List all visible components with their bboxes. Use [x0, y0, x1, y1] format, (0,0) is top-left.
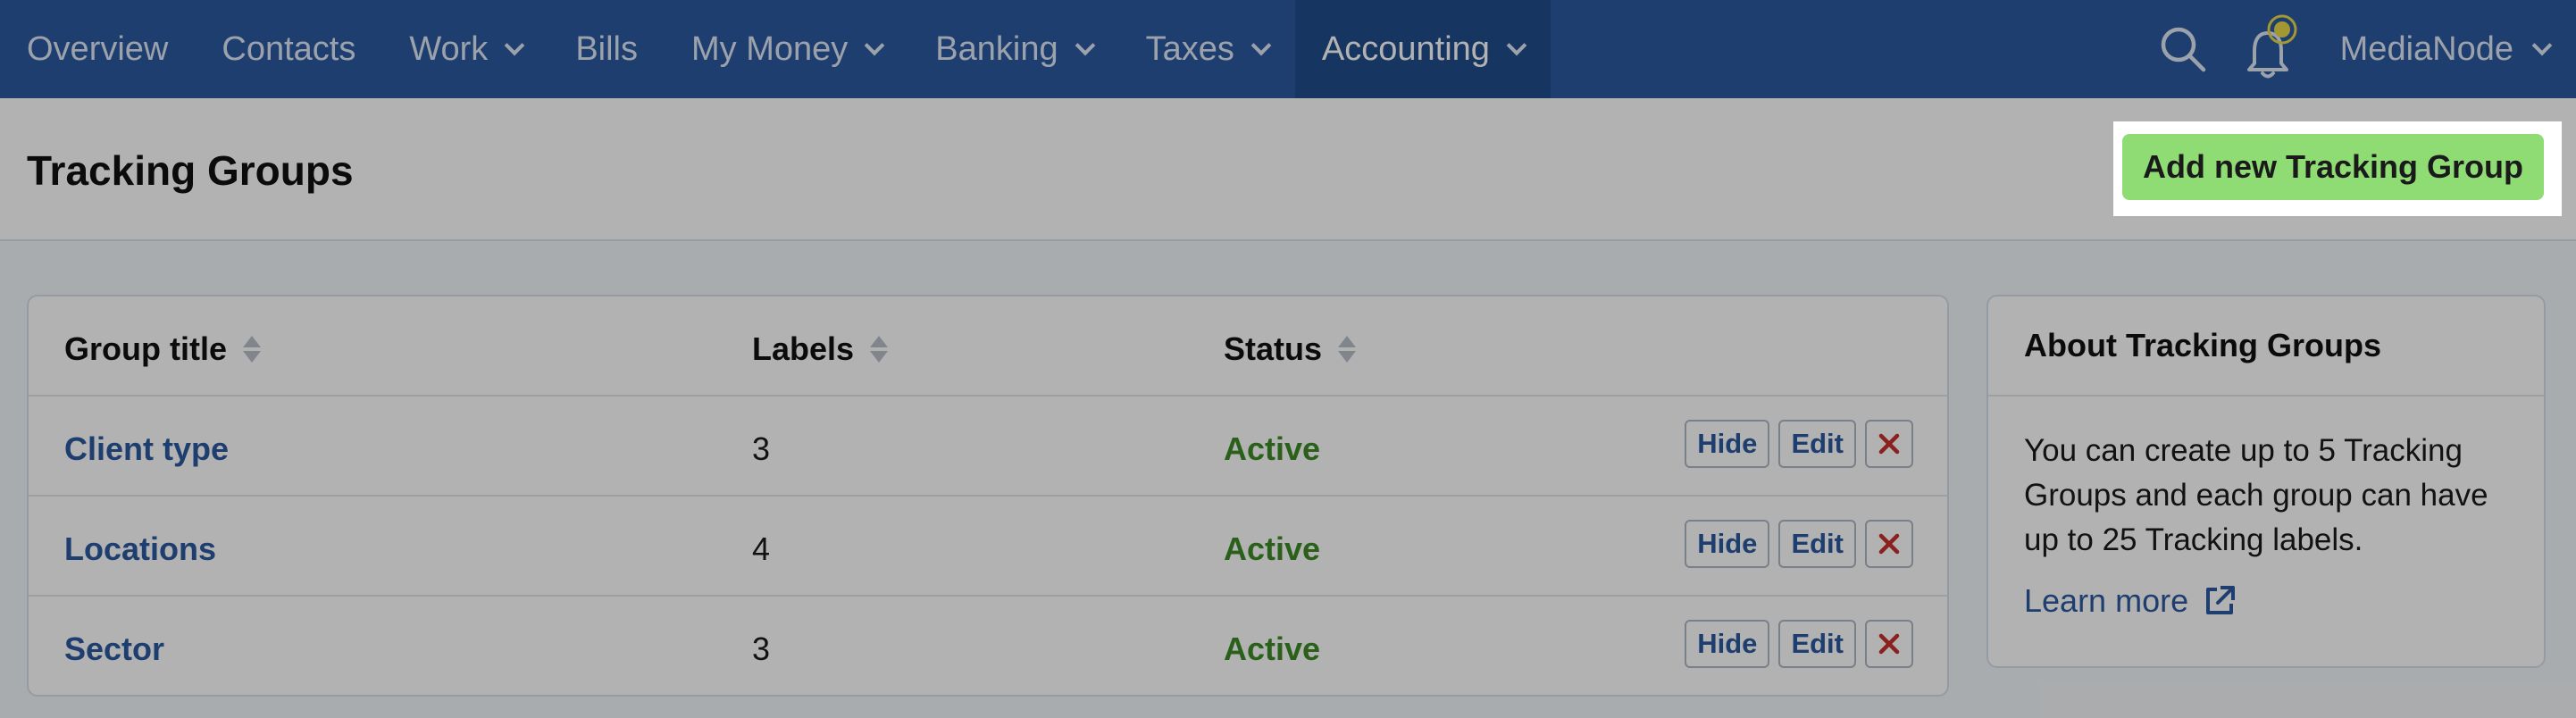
nav-item-label: Overview — [27, 29, 169, 68]
edit-button[interactable]: Edit — [1778, 520, 1856, 568]
nav-item-label: Accounting — [1321, 29, 1490, 68]
row-actions: Hide Edit — [1685, 420, 1913, 468]
nav-item-my-money[interactable]: My Money — [665, 0, 908, 98]
learn-more-label: Learn more — [2024, 582, 2189, 619]
close-icon — [1878, 533, 1900, 555]
nav-item-label: Bills — [575, 29, 638, 68]
tracking-groups-table: Group title Labels Status Client type 3 … — [27, 295, 1949, 697]
column-header-label: Status — [1224, 330, 1323, 367]
status-text: Active — [1224, 530, 1321, 567]
column-header-labels[interactable]: Labels — [752, 330, 889, 368]
chevron-down-icon — [1250, 35, 1272, 56]
sort-icon — [243, 334, 261, 364]
nav-item-label: Taxes — [1145, 29, 1234, 68]
nav-item-label: Work — [409, 29, 489, 68]
labels-count: 3 — [752, 630, 771, 667]
status-text: Active — [1224, 630, 1321, 667]
close-icon — [1878, 633, 1900, 655]
group-title-link[interactable]: Sector — [64, 630, 164, 668]
labels-count: 4 — [752, 530, 771, 567]
edit-button[interactable]: Edit — [1778, 420, 1856, 468]
close-icon — [1878, 433, 1900, 455]
delete-button[interactable] — [1865, 620, 1913, 668]
page-title: Tracking Groups — [27, 147, 354, 194]
external-link-icon — [2206, 586, 2236, 614]
column-header-label: Group title — [64, 330, 227, 367]
chevron-down-icon — [864, 35, 885, 56]
top-navigation: Overview Contacts Work Bills My Money Ba… — [0, 0, 2576, 98]
about-tracking-groups-panel: About Tracking Groups You can create up … — [1986, 295, 2546, 668]
chevron-down-icon — [1506, 35, 1527, 56]
delete-button[interactable] — [1865, 520, 1913, 568]
column-header-group-title[interactable]: Group title — [64, 330, 261, 368]
user-menu[interactable]: MediaNode — [2317, 0, 2576, 98]
about-panel-header: About Tracking Groups — [1988, 296, 2544, 397]
group-title-link[interactable]: Locations — [64, 530, 216, 568]
table-row: Locations 4 Active Hide Edit — [29, 497, 1947, 597]
group-title-link[interactable]: Client type — [64, 430, 229, 468]
hide-button[interactable]: Hide — [1685, 420, 1770, 468]
chevron-down-icon — [504, 35, 525, 56]
add-tracking-group-button[interactable]: Add new Tracking Group — [2122, 134, 2544, 200]
search-icon — [2161, 27, 2205, 72]
user-name: MediaNode — [2339, 29, 2513, 68]
row-actions: Hide Edit — [1685, 620, 1913, 668]
nav-item-label: Banking — [935, 29, 1058, 68]
notifications-button[interactable] — [2228, 0, 2317, 98]
row-actions: Hide Edit — [1685, 520, 1913, 568]
nav-item-label: My Money — [691, 29, 849, 68]
learn-more-link[interactable]: Learn more — [2024, 582, 2508, 620]
chevron-down-icon — [2531, 35, 2553, 56]
nav-item-taxes[interactable]: Taxes — [1119, 0, 1295, 98]
labels-count: 3 — [752, 430, 771, 467]
nav-item-banking[interactable]: Banking — [908, 0, 1118, 98]
sort-icon — [870, 334, 889, 364]
table-row: Sector 3 Active Hide Edit — [29, 597, 1947, 695]
nav-item-label: Contacts — [222, 29, 356, 68]
search-button[interactable] — [2138, 0, 2228, 98]
about-panel-body: You can create up to 5 Tracking Groups a… — [1988, 397, 2544, 620]
edit-button[interactable]: Edit — [1778, 620, 1856, 668]
status-text: Active — [1224, 430, 1321, 467]
table-row: Client type 3 Active Hide Edit — [29, 397, 1947, 497]
sort-icon — [1338, 334, 1357, 364]
table-header-row: Group title Labels Status — [29, 296, 1947, 397]
hide-button[interactable]: Hide — [1685, 520, 1770, 568]
hide-button[interactable]: Hide — [1685, 620, 1770, 668]
nav-item-work[interactable]: Work — [382, 0, 548, 98]
delete-button[interactable] — [1865, 420, 1913, 468]
about-panel-text: You can create up to 5 Tracking Groups a… — [2024, 433, 2488, 557]
nav-item-bills[interactable]: Bills — [548, 0, 665, 98]
column-header-label: Labels — [752, 330, 855, 367]
about-panel-title: About Tracking Groups — [2024, 327, 2382, 363]
column-header-status[interactable]: Status — [1224, 330, 1357, 368]
nav-item-contacts[interactable]: Contacts — [195, 0, 382, 98]
bell-icon — [2246, 14, 2297, 79]
nav-item-overview[interactable]: Overview — [0, 0, 195, 98]
nav-item-accounting[interactable]: Accounting — [1294, 0, 1551, 98]
chevron-down-icon — [1075, 35, 1095, 56]
